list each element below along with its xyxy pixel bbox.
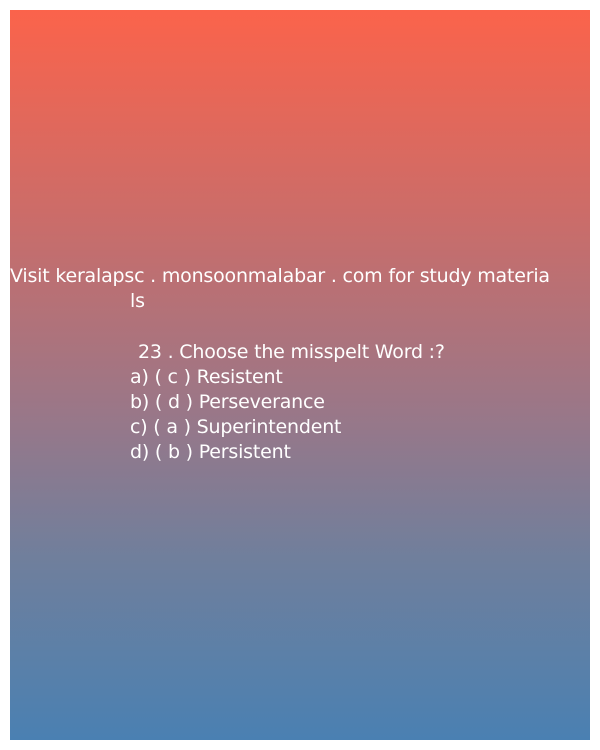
option-b: b) ( d ) Perseverance (130, 391, 325, 413)
question-card: Visit keralapsc . monsoonmalabar . com f… (10, 10, 590, 740)
option-a: a) ( c ) Resistent (130, 366, 283, 388)
promo-text-line-2: ls (130, 290, 145, 312)
promo-text-line-1: Visit keralapsc . monsoonmalabar . com f… (10, 265, 550, 287)
option-c: c) ( a ) Superintendent (130, 416, 342, 438)
question-text: 23 . Choose the misspelt Word :? (138, 341, 445, 363)
option-d: d) ( b ) Persistent (130, 441, 291, 463)
